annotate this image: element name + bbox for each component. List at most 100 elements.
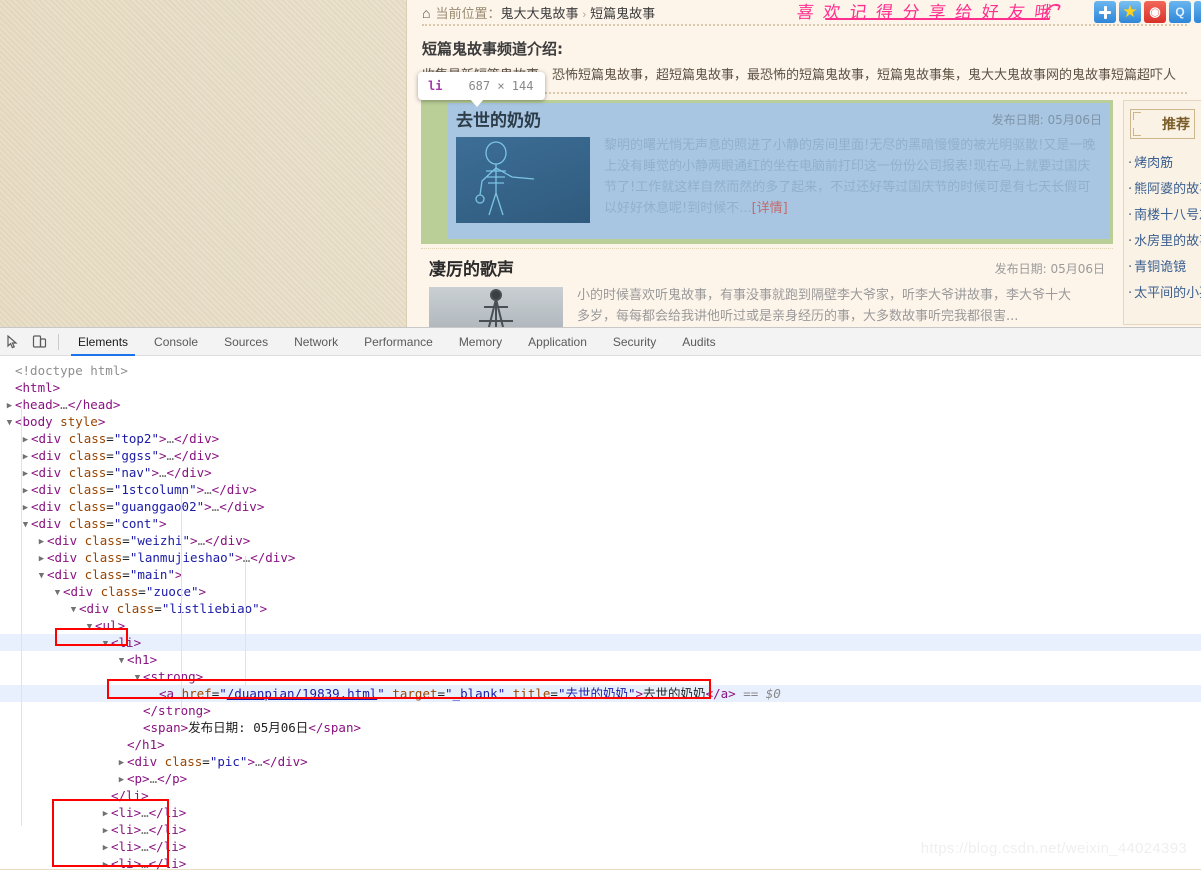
inspector-tooltip-dimensions: 687 × 144 — [468, 79, 534, 93]
breadcrumb-label: 当前位置： — [435, 6, 501, 21]
tab-security[interactable]: Security — [600, 328, 669, 356]
tree-guide-line — [21, 406, 22, 826]
page-content-column: 喜 欢 记 得 分 享 给 好 友 哦 ★ ◉ Q ⌂ 当前位置：鬼大大鬼故事 › 短… — [406, 0, 1201, 327]
share-arrow-icon — [1044, 3, 1061, 15]
tower-figure-icon — [479, 289, 513, 327]
dom-tree-node[interactable]: ▶ <p>…</p> — [0, 770, 1201, 787]
dom-tree-node-text: <li>…</li> — [111, 839, 187, 854]
dom-tree-node[interactable]: ▶</li> — [0, 787, 1201, 804]
dom-tree-node[interactable]: ▼ <body style> — [0, 413, 1201, 430]
dom-tree-node-text: <div class="zuoce"> — [63, 584, 207, 599]
chevron-right-icon[interactable]: ▶ — [100, 857, 111, 870]
toolbar-divider — [58, 333, 59, 350]
list-item-highlighted[interactable]: 去世的奶奶 发布日期: 05月06日 黎明的曙光悄无声息的照进了小静的房间里面!… — [421, 100, 1113, 244]
dom-tree-node[interactable]: ▶<span>发布日期: 05月06日</span> — [0, 719, 1201, 736]
dom-tree-node[interactable]: ▶ <div class="pic">…</div> — [0, 753, 1201, 770]
skeleton-thumbnail[interactable] — [456, 137, 590, 223]
breadcrumb-divider — [422, 24, 1187, 26]
devtools-tab-bar: Elements Console Sources Network Perform… — [65, 328, 729, 356]
devtools-toolbar: Elements Console Sources Network Perform… — [0, 328, 1201, 356]
dom-tree-node-text: <div class="listliebiao"> — [79, 601, 268, 616]
dom-tree-node[interactable]: ▶ <li>…</li> — [0, 855, 1201, 870]
dom-tree-node[interactable]: ▶ <div class="nav">…</div> — [0, 464, 1201, 481]
article-title-link[interactable]: 去世的奶奶 — [456, 106, 541, 131]
sidebar-item[interactable]: 水房里的故事 — [1124, 229, 1201, 255]
dom-tree-node-text: </strong> — [143, 703, 211, 718]
sidebar-item[interactable]: 烤肉筋 — [1124, 151, 1201, 177]
breadcrumb-link-root[interactable]: 鬼大大鬼故事 — [500, 6, 578, 21]
tab-audits[interactable]: Audits — [669, 328, 728, 356]
dom-tree-node-text: <div class="guanggao02">…</div> — [31, 499, 265, 514]
dom-tree-node-text: <div class="ggss">…</div> — [31, 448, 220, 463]
share-icon-group[interactable]: ★ ◉ Q — [1094, 1, 1201, 23]
dom-tree-node-text: <div class="pic">…</div> — [127, 754, 308, 769]
tab-application[interactable]: Application — [515, 328, 600, 356]
article-more-link[interactable]: [详情] — [752, 201, 788, 216]
dom-tree-node-text: <div class="1stcolumn">…</div> — [31, 482, 257, 497]
tab-memory[interactable]: Memory — [446, 328, 515, 356]
dom-tree-node[interactable]: ▶</h1> — [0, 736, 1201, 753]
sidebar-item[interactable]: 太平间的小孩 — [1124, 281, 1201, 307]
dom-tree-node-text: <html> — [15, 380, 61, 395]
tab-network[interactable]: Network — [281, 328, 351, 356]
dom-tree-node-text: <li>…</li> — [111, 856, 187, 870]
devtools-panel: Elements Console Sources Network Perform… — [0, 327, 1201, 870]
device-toolbar-icon[interactable] — [26, 329, 52, 355]
dom-tree-node-text: <div class="lanmujieshao">…</div> — [47, 550, 296, 565]
more-share-icon[interactable] — [1194, 1, 1201, 23]
dom-tree-node-text: </li> — [111, 788, 149, 803]
article-header: 去世的奶奶 发布日期: 05月06日 — [448, 103, 1110, 133]
dom-tree-node-text: <ul> — [95, 618, 126, 633]
article-summary: 小的时候喜欢听鬼故事，有事没事就跑到隔壁李大爷家，听李大爷讲故事，李大爷十大多岁… — [577, 288, 1072, 324]
sidebar-item[interactable]: 南楼十八号左 — [1124, 203, 1201, 229]
dom-tree-node-text: <div class="weizhi">…</div> — [47, 533, 251, 548]
dom-tree-node-text: <div class="cont"> — [31, 516, 167, 531]
watermark: https://blog.csdn.net/weixin_44024393 — [920, 840, 1187, 857]
dom-tree-node-text: <div class="nav">…</div> — [31, 465, 212, 480]
article-date: 发布日期: 05月06日 — [994, 262, 1105, 276]
article-title-link[interactable]: 凄厉的歌声 — [429, 255, 514, 280]
list-item[interactable]: 凄厉的歌声 发布日期: 05月06日 小的时候喜欢听鬼故事，有事没事就跑到隔壁李… — [421, 248, 1113, 327]
dom-tree-node-text: <div class="main"> — [47, 567, 183, 582]
article-date: 发布日期: 05月06日 — [991, 113, 1102, 127]
tab-console[interactable]: Console — [141, 328, 211, 356]
star-icon[interactable]: ★ — [1119, 1, 1141, 23]
tree-guide-line — [245, 556, 246, 686]
dom-tree-node[interactable]: ▶ <div class="top2">…</div> — [0, 430, 1201, 447]
sidebar-heading: 推荐 — [1130, 109, 1195, 139]
dom-tree-node-text: <a href="/duanpian/19839.html" target="_… — [159, 686, 781, 701]
dom-tree-node[interactable]: ▶<!doctype html> — [0, 362, 1201, 379]
qzone-icon[interactable]: Q — [1169, 1, 1191, 23]
weibo-icon[interactable]: ◉ — [1144, 1, 1166, 23]
dom-tree[interactable]: ▶<!doctype html>▶<html>▶<head>…</head>▼<… — [0, 356, 1201, 870]
sidebar-item[interactable]: 青铜诡镜 — [1124, 255, 1201, 281]
dom-tree-node-text: <li> — [111, 635, 142, 650]
sidebar-item[interactable]: 熊阿婆的故事 — [1124, 177, 1201, 203]
channel-intro-title: 短篇鬼故事频道介绍: — [422, 40, 563, 58]
dom-tree-node[interactable]: ▶ <div class="ggss">…</div> — [0, 447, 1201, 464]
browser-viewport: 喜 欢 记 得 分 享 给 好 友 哦 ★ ◉ Q ⌂ 当前位置：鬼大大鬼故事 › 短… — [0, 0, 1201, 327]
home-icon: ⌂ — [422, 5, 431, 21]
inspector-tooltip-tag: li — [428, 79, 443, 93]
dom-tree-node-text: <h1> — [127, 652, 158, 667]
dom-tree-node-text: <body style> — [15, 414, 106, 429]
dom-tree-node[interactable]: ▶ <head>…</head> — [0, 396, 1201, 413]
inspect-cursor-icon[interactable] — [0, 329, 26, 355]
tower-thumbnail[interactable] — [429, 287, 563, 327]
tab-performance[interactable]: Performance — [351, 328, 446, 356]
dom-tree-node[interactable]: ▶<html> — [0, 379, 1201, 396]
dom-tree-node[interactable]: ▶ <li>…</li> — [0, 821, 1201, 838]
dom-tree-node-text: <strong> — [143, 669, 204, 684]
sidebar-list: 烤肉筋 熊阿婆的故事 南楼十八号左 水房里的故事 青铜诡镜 太平间的小孩 — [1124, 151, 1201, 307]
tree-guide-line — [181, 491, 182, 711]
dom-tree-node-text: <span>发布日期: 05月06日</span> — [143, 720, 361, 735]
plus-icon[interactable] — [1094, 1, 1116, 23]
tab-elements[interactable]: Elements — [65, 328, 141, 356]
dom-tree-node[interactable]: ▶ <li>…</li> — [0, 804, 1201, 821]
inspector-tooltip: li 687 × 144 — [418, 72, 546, 107]
list-item-content-box: 去世的奶奶 发布日期: 05月06日 黎明的曙光悄无声息的照进了小静的房间里面!… — [448, 103, 1110, 239]
sidebar-recommended: 推荐 烤肉筋 熊阿婆的故事 南楼十八号左 水房里的故事 青铜诡镜 太平间的小孩 — [1123, 100, 1201, 325]
share-underline — [825, 18, 1050, 20]
tab-sources[interactable]: Sources — [211, 328, 281, 356]
article-list: 去世的奶奶 发布日期: 05月06日 黎明的曙光悄无声息的照进了小静的房间里面!… — [421, 100, 1113, 327]
